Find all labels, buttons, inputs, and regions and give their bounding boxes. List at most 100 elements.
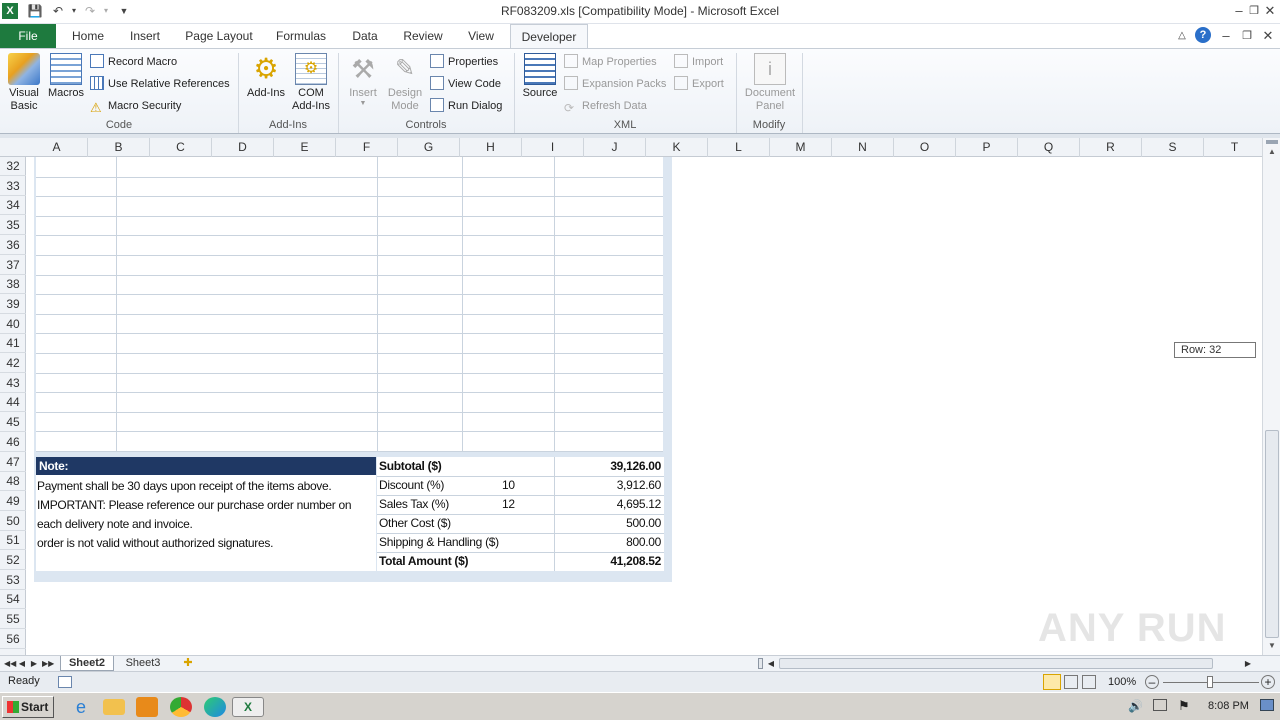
workbook-restore-button[interactable]: ❐ <box>1238 27 1256 45</box>
folder-icon[interactable] <box>103 699 125 715</box>
column-header-p[interactable]: P <box>956 138 1018 157</box>
show-desktop-icon[interactable] <box>1260 699 1274 711</box>
column-header-e[interactable]: E <box>274 138 336 157</box>
row-header-37[interactable]: 37 <box>0 256 26 275</box>
row-header-45[interactable]: 45 <box>0 413 26 433</box>
row-header-35[interactable]: 35 <box>0 216 26 236</box>
view-code-button[interactable]: View Code <box>430 75 501 93</box>
edge-icon[interactable] <box>204 697 226 717</box>
prev-sheet-nav-icon[interactable]: ◀ <box>18 656 26 671</box>
tab-insert[interactable]: Insert <box>122 24 168 48</box>
page-layout-view-icon[interactable] <box>1064 675 1078 689</box>
page-break-view-icon[interactable] <box>1082 675 1096 689</box>
insert-control-button[interactable]: ⚒ Insert ▼ <box>344 53 382 108</box>
sheet-tab-sheet2[interactable]: Sheet2 <box>60 656 114 671</box>
column-header-s[interactable]: S <box>1142 138 1204 157</box>
tab-formulas[interactable]: Formulas <box>272 24 330 48</box>
insert-sheet-icon[interactable]: ✚ <box>178 656 198 671</box>
scroll-down-icon[interactable]: ▼ <box>1265 640 1279 652</box>
tab-view[interactable]: View <box>460 24 502 48</box>
chrome-icon[interactable] <box>170 697 192 717</box>
ie-icon[interactable]: e <box>70 697 92 717</box>
row-header-46[interactable]: 46 <box>0 433 26 452</box>
row-header-41[interactable]: 41 <box>0 334 26 354</box>
row-header-38[interactable]: 38 <box>0 275 26 295</box>
zoom-level[interactable]: 100% <box>1108 676 1136 688</box>
tab-page-layout[interactable]: Page Layout <box>180 24 258 48</box>
row-header-44[interactable]: 44 <box>0 393 26 413</box>
run-dialog-button[interactable]: Run Dialog <box>430 97 502 115</box>
visual-basic-button[interactable]: Visual Basic <box>4 53 44 113</box>
row-header-43[interactable]: 43 <box>0 374 26 393</box>
normal-view-icon[interactable] <box>1043 674 1061 690</box>
row-header-51[interactable]: 51 <box>0 531 26 551</box>
row-header-42[interactable]: 42 <box>0 354 26 373</box>
column-header-d[interactable]: D <box>212 138 274 157</box>
start-button[interactable]: Start <box>2 696 54 718</box>
row-header-55[interactable]: 55 <box>0 610 26 630</box>
tab-file[interactable]: File <box>0 24 56 48</box>
next-sheet-nav-icon[interactable]: ▶ <box>30 656 38 671</box>
expansion-packs-button[interactable]: Expansion Packs <box>564 75 666 93</box>
column-header-b[interactable]: B <box>88 138 150 157</box>
tab-developer[interactable]: Developer <box>510 24 588 49</box>
import-button[interactable]: Import <box>674 53 723 71</box>
design-mode-button[interactable]: ✎ Design Mode <box>384 53 426 113</box>
row-header-34[interactable]: 34 <box>0 196 26 216</box>
record-macro-button[interactable]: Record Macro <box>90 53 177 71</box>
add-ins-button[interactable]: ⚙ Add-Ins <box>244 53 288 100</box>
scroll-left-icon[interactable]: ◀ <box>766 656 776 671</box>
column-header-q[interactable]: Q <box>1018 138 1080 157</box>
column-header-o[interactable]: O <box>894 138 956 157</box>
scroll-up-icon[interactable]: ▲ <box>1265 146 1279 158</box>
column-header-m[interactable]: M <box>770 138 832 157</box>
zoom-slider-thumb[interactable] <box>1207 676 1213 688</box>
row-header-32[interactable]: 32 <box>0 157 26 176</box>
media-player-icon[interactable] <box>136 697 158 717</box>
zoom-in-icon[interactable]: + <box>1261 675 1275 689</box>
workbook-close-button[interactable]: ✕ <box>1259 27 1277 45</box>
vertical-scrollbar[interactable]: ▲ ▼ <box>1262 138 1280 655</box>
minimize-ribbon-icon[interactable]: △ <box>1173 27 1191 45</box>
zoom-out-icon[interactable]: – <box>1145 675 1159 689</box>
scroll-right-icon[interactable]: ▶ <box>1243 656 1253 671</box>
tab-home[interactable]: Home <box>64 24 112 48</box>
refresh-data-button[interactable]: ⟳ Refresh Data <box>564 97 647 115</box>
row-header-39[interactable]: 39 <box>0 295 26 314</box>
action-center-flag-icon[interactable]: ⚑ <box>1178 698 1190 714</box>
column-header-h[interactable]: H <box>460 138 522 157</box>
row-header-50[interactable]: 50 <box>0 512 26 531</box>
last-sheet-nav-icon[interactable]: ▶▶ <box>42 656 54 671</box>
tab-data[interactable]: Data <box>344 24 386 48</box>
close-button[interactable]: ✕ <box>1261 2 1279 20</box>
macro-record-icon[interactable] <box>58 676 72 688</box>
column-header-j[interactable]: J <box>584 138 646 157</box>
row-header-53[interactable]: 53 <box>0 571 26 590</box>
macros-button[interactable]: Macros <box>46 53 86 100</box>
worksheet-grid[interactable]: Note: Payment shall be 30 days upon rece… <box>26 157 1262 655</box>
column-header-a[interactable]: A <box>26 138 88 157</box>
horizontal-scroll-thumb[interactable] <box>779 658 1213 669</box>
row-header-33[interactable]: 33 <box>0 177 26 196</box>
row-header-54[interactable]: 54 <box>0 590 26 610</box>
row-header-56[interactable]: 56 <box>0 630 26 649</box>
source-button[interactable]: Source <box>520 53 560 100</box>
relative-references-button[interactable]: Use Relative References <box>90 75 230 93</box>
export-button[interactable]: Export <box>674 75 724 93</box>
tab-review[interactable]: Review <box>398 24 448 48</box>
excel-taskbar-icon[interactable]: X <box>232 697 264 717</box>
workbook-minimize-button[interactable]: – <box>1217 27 1235 45</box>
com-add-ins-button[interactable]: ⚙ COM Add-Ins <box>290 53 332 113</box>
column-header-n[interactable]: N <box>832 138 894 157</box>
scroll-thumb[interactable] <box>1265 430 1279 638</box>
row-header-40[interactable]: 40 <box>0 315 26 334</box>
column-header-f[interactable]: F <box>336 138 398 157</box>
column-header-l[interactable]: L <box>708 138 770 157</box>
properties-button[interactable]: Properties <box>430 53 498 71</box>
sheet-tab-sheet3[interactable]: Sheet3 <box>116 656 170 671</box>
split-box[interactable] <box>1266 140 1278 144</box>
row-header-52[interactable]: 52 <box>0 551 26 570</box>
network-icon[interactable] <box>1153 699 1167 711</box>
help-icon[interactable]: ? <box>1195 27 1211 43</box>
volume-icon[interactable]: 🔊 <box>1128 699 1143 713</box>
